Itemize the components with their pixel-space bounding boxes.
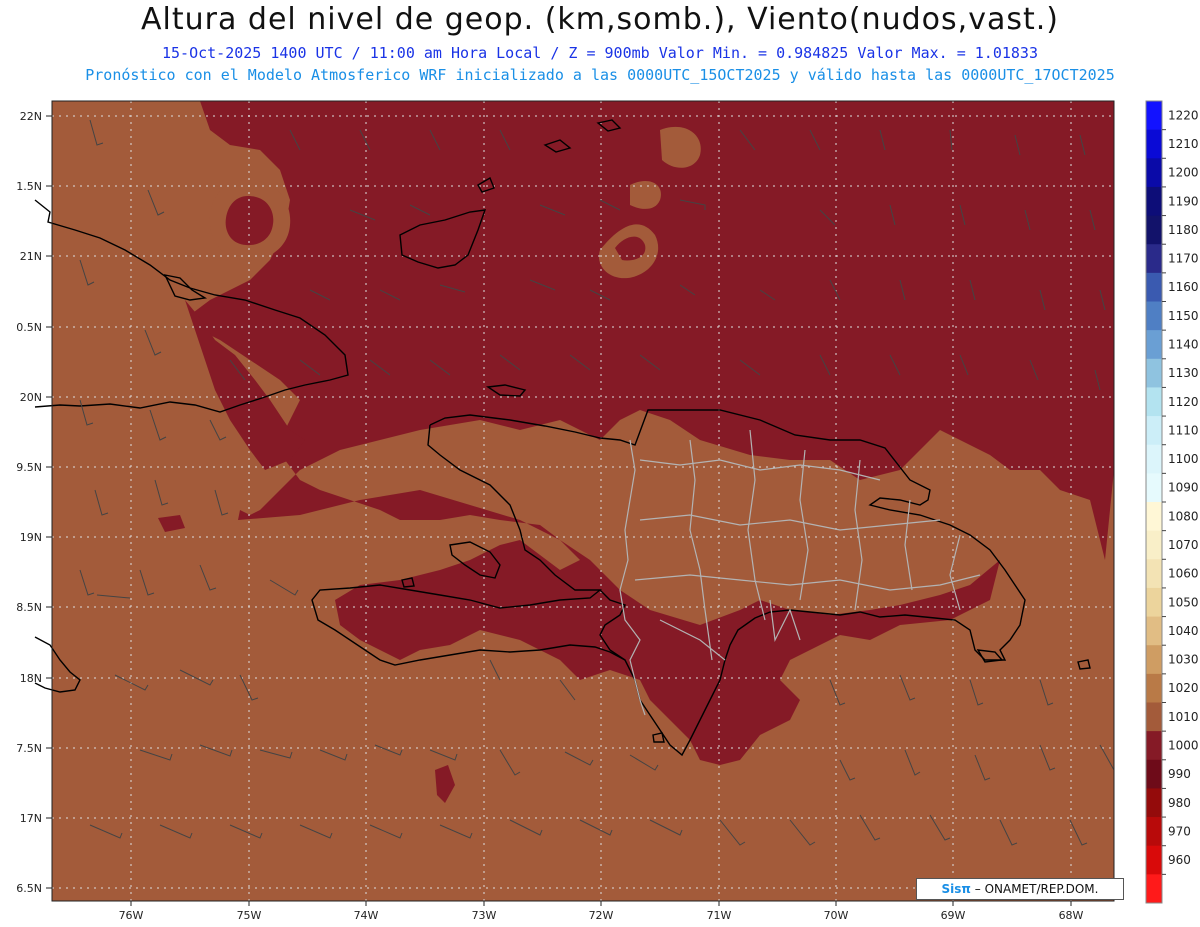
colorbar-swatch [1146, 301, 1162, 331]
lat-label: 0.5N [16, 321, 42, 334]
colorbar-swatch [1146, 416, 1162, 446]
colorbar-label: 1160 [1168, 280, 1199, 294]
lat-label: 9.5N [16, 461, 42, 474]
lon-label: 73W [472, 909, 497, 922]
lon-ticks [130, 901, 1072, 906]
lon-label: 71W [707, 909, 732, 922]
colorbar-swatch [1146, 502, 1162, 532]
colorbar-label: 1000 [1168, 738, 1199, 752]
light-blob-c [630, 180, 661, 209]
colorbar-swatch [1146, 215, 1162, 245]
colorbar-label: 1050 [1168, 595, 1199, 609]
credit-text: – ONAMET/REP.DOM. [974, 882, 1099, 896]
lat-label: 20N [20, 391, 42, 404]
colorbar-swatch [1146, 788, 1162, 818]
colorbar-swatch [1146, 244, 1162, 274]
lat-label: 1.5N [16, 180, 42, 193]
colorbar-label: 1140 [1168, 337, 1199, 351]
colorbar-label: 1130 [1168, 366, 1199, 380]
lat-label: 18N [20, 672, 42, 685]
lon-label: 75W [237, 909, 262, 922]
colorbar-swatch [1146, 101, 1162, 131]
colorbar: 1220 1210 1200 1190 1180 1170 1160 1150 1140 1130… [1145, 100, 1199, 904]
colorbar-swatch [1146, 559, 1162, 589]
colorbar-label: 1040 [1168, 624, 1199, 638]
colorbar-swatch [1146, 731, 1162, 761]
colorbar-swatch [1146, 645, 1162, 675]
colorbar-label: 1030 [1168, 653, 1199, 667]
colorbar-label: 960 [1168, 853, 1191, 867]
colorbar-label: 1070 [1168, 538, 1199, 552]
colorbar-swatch [1146, 186, 1162, 217]
colorbar-swatch [1146, 874, 1162, 904]
forecast-map: 22N 1.5N 21N 0.5N 20N 9.5N 19N 8.5N 18N … [16, 100, 1199, 922]
colorbar-label: 970 [1168, 824, 1191, 838]
colorbar-label: 1110 [1168, 423, 1199, 437]
lat-label: 7.5N [16, 742, 42, 755]
colorbar-swatch [1146, 158, 1162, 188]
lon-label: 74W [354, 909, 379, 922]
colorbar-swatch [1146, 444, 1162, 474]
colorbar-swatch [1146, 817, 1162, 847]
colorbar-label: 1150 [1168, 309, 1199, 323]
lat-label: 17N [20, 812, 42, 825]
colorbar-label: 1020 [1168, 681, 1199, 695]
lat-label: 21N [20, 250, 42, 263]
lon-label: 70W [824, 909, 849, 922]
colorbar-label: 1180 [1168, 223, 1199, 237]
lat-label: 19N [20, 531, 42, 544]
colorbar-swatch [1146, 473, 1162, 503]
colorbar-swatch [1146, 530, 1162, 560]
colorbar-swatch [1146, 387, 1162, 417]
colorbar-label: 1060 [1168, 567, 1199, 581]
lat-label: 8.5N [16, 601, 42, 614]
lon-label: 69W [941, 909, 966, 922]
lat-label: 22N [20, 110, 42, 123]
colorbar-swatch [1146, 358, 1162, 388]
colorbar-swatch [1146, 759, 1162, 789]
colorbar-swatch [1146, 702, 1162, 732]
colorbar-label: 1200 [1168, 166, 1199, 180]
credit-brand: Sisπ [941, 882, 971, 896]
colorbar-label: 1010 [1168, 710, 1199, 724]
colorbar-label: 1100 [1168, 452, 1199, 466]
colorbar-label: 1170 [1168, 252, 1199, 266]
colorbar-swatch [1146, 673, 1162, 703]
colorbar-label: 990 [1168, 767, 1191, 781]
colorbar-label: 1210 [1168, 137, 1199, 151]
colorbar-swatch [1146, 616, 1162, 646]
colorbar-swatch [1146, 587, 1162, 618]
colorbar-label: 980 [1168, 796, 1191, 810]
colorbar-swatch [1146, 129, 1162, 159]
colorbar-swatch [1146, 330, 1162, 360]
lat-ticks [46, 115, 52, 889]
colorbar-label: 1220 [1168, 108, 1199, 122]
colorbar-label: 1080 [1168, 509, 1199, 523]
lon-label: 76W [119, 909, 144, 922]
colorbar-swatch [1146, 272, 1162, 302]
lat-label: 6.5N [16, 882, 42, 895]
colorbar-label: 1120 [1168, 395, 1199, 409]
credit-box: Sisπ – ONAMET/REP.DOM. [916, 878, 1124, 900]
colorbar-label: 1190 [1168, 194, 1199, 208]
colorbar-swatch [1146, 845, 1162, 875]
lon-label: 72W [589, 909, 614, 922]
lon-label: 68W [1059, 909, 1084, 922]
colorbar-label: 1090 [1168, 481, 1199, 495]
